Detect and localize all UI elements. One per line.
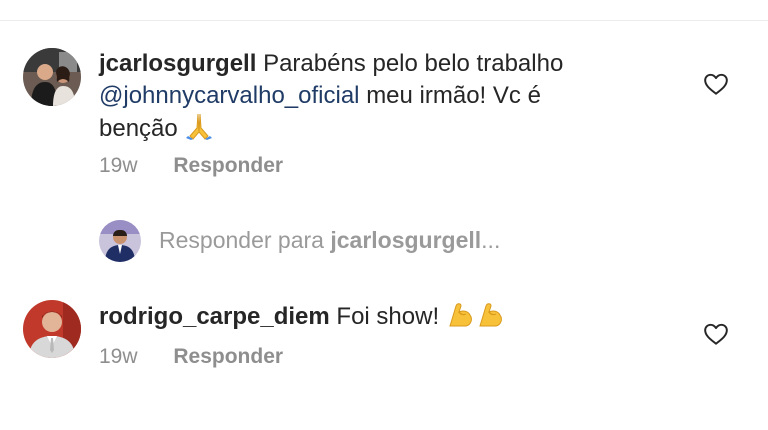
avatar[interactable] bbox=[23, 300, 81, 358]
comment-text: jcarlosgurgell Parabéns pelo belo trabal… bbox=[99, 48, 679, 149]
comment-timestamp: 19w bbox=[99, 154, 138, 177]
reply-placeholder: Responder para jcarlosgurgell... bbox=[159, 227, 500, 254]
comment-username[interactable]: rodrigo_carpe_diem bbox=[99, 303, 330, 330]
like-heart-icon[interactable] bbox=[703, 71, 729, 97]
avatar[interactable] bbox=[23, 48, 81, 106]
comment-meta: 19w Responder bbox=[99, 345, 283, 369]
mention-link[interactable]: @johnnycarvalho_oficial bbox=[99, 82, 360, 109]
comment-text: rodrigo_carpe_diem Foi show! bbox=[99, 300, 679, 337]
comment-text-part: Foi show! bbox=[336, 303, 440, 330]
reply-target-username: jcarlosgurgell bbox=[330, 227, 482, 253]
reply-prefix: Responder para bbox=[159, 227, 324, 253]
flexed-biceps-icon bbox=[446, 300, 476, 337]
comment-text-part: benção bbox=[99, 115, 178, 142]
top-divider bbox=[0, 20, 768, 21]
reply-button[interactable]: Responder bbox=[173, 345, 283, 368]
reply-button[interactable]: Responder bbox=[173, 154, 283, 177]
comment-username[interactable]: jcarlosgurgell bbox=[99, 50, 256, 77]
like-heart-icon[interactable] bbox=[703, 321, 729, 347]
comment-meta: 19w Responder bbox=[99, 154, 283, 178]
praying-hands-icon bbox=[184, 112, 214, 149]
flexed-biceps-icon bbox=[476, 300, 506, 337]
comment-text-part: Parabéns pelo belo trabalho bbox=[263, 50, 564, 77]
reply-ellipsis: ... bbox=[481, 227, 501, 253]
comment-text-part: meu irmão! Vc é bbox=[366, 82, 541, 109]
reply-input[interactable]: Responder para jcarlosgurgell... bbox=[99, 220, 599, 262]
comment-timestamp: 19w bbox=[99, 345, 138, 368]
current-user-avatar bbox=[99, 220, 141, 262]
